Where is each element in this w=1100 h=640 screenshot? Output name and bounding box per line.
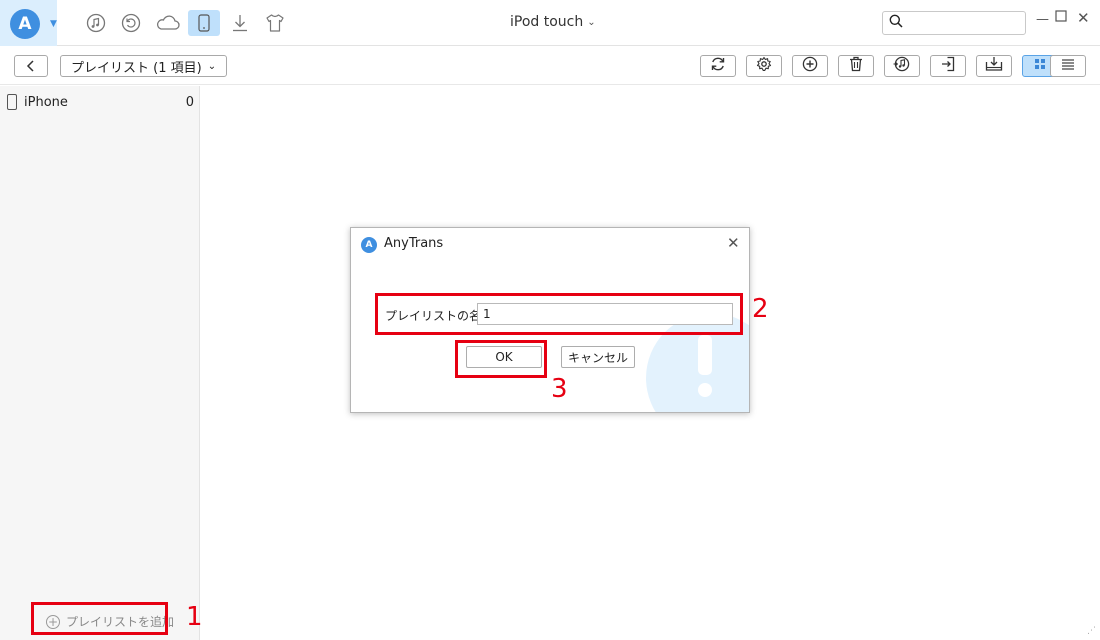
highlight-box-2 <box>375 293 743 335</box>
grid-view-icon <box>1033 57 1047 75</box>
cancel-button[interactable]: キャンセル <box>561 346 635 368</box>
chevron-down-icon: ⌄ <box>207 60 217 72</box>
search-icon <box>889 14 903 32</box>
to-device-button[interactable] <box>930 55 966 77</box>
add-button[interactable] <box>792 55 828 77</box>
music-icon[interactable] <box>84 11 108 35</box>
close-icon[interactable]: ✕ <box>1077 9 1090 27</box>
app-menu-button[interactable]: A ▼ <box>0 0 57 46</box>
chevron-down-icon: ▼ <box>50 19 57 29</box>
minimize-icon[interactable]: — <box>1036 12 1049 27</box>
shirt-icon[interactable] <box>263 11 287 35</box>
anytrans-logo-icon: A <box>10 9 40 39</box>
sidebar-item-count: 0 <box>185 95 194 110</box>
list-view-button[interactable] <box>1050 55 1086 77</box>
settings-button[interactable] <box>746 55 782 77</box>
to-pc-button[interactable] <box>976 55 1012 77</box>
resize-grip-icon[interactable]: ⋰ <box>1087 626 1096 636</box>
to-itunes-icon <box>893 56 911 76</box>
add-icon <box>802 56 818 76</box>
sidebar: iPhone 0 + プレイリストを追加 <box>0 86 200 640</box>
settings-icon <box>756 56 772 76</box>
highlight-box-3 <box>455 340 547 378</box>
maximize-icon[interactable] <box>1055 10 1067 26</box>
to-pc-icon <box>985 56 1003 76</box>
back-button[interactable] <box>14 55 48 77</box>
delete-button[interactable] <box>838 55 874 77</box>
cloud-icon[interactable] <box>154 11 182 35</box>
toolbar: プレイリスト (1 項目) ⌄ <box>0 47 1100 85</box>
device-selector[interactable]: iPod touch ⌄ <box>510 14 596 30</box>
annotation-2: 2 <box>752 294 769 324</box>
sidebar-item-label: iPhone <box>24 95 68 110</box>
playlist-dropdown-label: プレイリスト (1 項目) <box>71 60 202 76</box>
anytrans-logo-icon: A <box>361 237 377 253</box>
annotation-3: 3 <box>551 374 568 404</box>
to-itunes-button[interactable] <box>884 55 920 77</box>
highlight-box-1 <box>31 602 168 635</box>
refresh-icon <box>710 56 726 76</box>
top-bar: A ▼ iPod touch ⌄ — ✕ <box>0 0 1100 46</box>
download-icon[interactable] <box>228 11 252 35</box>
history-icon[interactable] <box>119 11 143 35</box>
annotation-1: 1 <box>186 602 203 632</box>
export-icon <box>940 56 956 76</box>
device-title: iPod touch <box>510 14 584 30</box>
phone-icon <box>7 94 17 110</box>
refresh-button[interactable] <box>700 55 736 77</box>
device-icon[interactable] <box>188 10 220 36</box>
search-input[interactable] <box>882 11 1026 35</box>
playlist-dropdown[interactable]: プレイリスト (1 項目) ⌄ <box>60 55 228 77</box>
close-icon[interactable]: ✕ <box>727 234 740 252</box>
chevron-down-icon: ⌄ <box>587 16 596 28</box>
delete-icon <box>849 56 863 76</box>
sidebar-item-iphone[interactable]: iPhone 0 <box>0 92 200 114</box>
dialog-title: AnyTrans <box>384 236 444 251</box>
list-view-icon <box>1061 58 1075 74</box>
